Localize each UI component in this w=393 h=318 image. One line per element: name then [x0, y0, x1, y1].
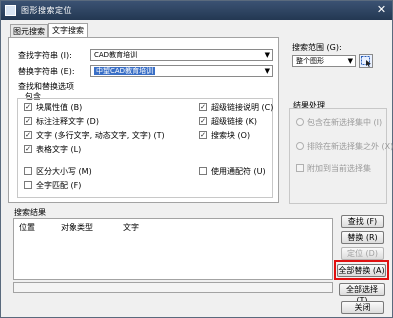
tab-text-search[interactable]: 文字搜索 [48, 23, 88, 38]
find-input[interactable]: CAD教育培训 ▼ [90, 49, 273, 61]
close-button[interactable]: 关闭 [341, 301, 384, 314]
results-col-location[interactable]: 位置 [19, 222, 35, 233]
results-col-object-type[interactable]: 对象类型 [61, 222, 93, 233]
replace-value: 中望CAD教育培训 [94, 67, 156, 75]
close-icon[interactable]: ✕ [375, 4, 388, 17]
results-list[interactable]: 位置 对象类型 文字 [13, 218, 333, 280]
checkbox-append-current-set[interactable] [296, 164, 304, 172]
find-label: 查找字符串 (I): [18, 51, 72, 60]
text-search-panel: 查找字符串 (I): CAD教育培训 ▼ 替换字符串 (E): 中望CAD教育培… [8, 37, 279, 203]
find-value: CAD教育培训 [94, 51, 138, 59]
radio-include-new-set[interactable] [296, 118, 304, 126]
select-objects-button[interactable] [359, 54, 373, 68]
checkbox-match-case[interactable] [24, 167, 32, 175]
checkbox-hyperlink-desc[interactable]: ✓ [199, 103, 207, 111]
search-scope-label: 搜索范围 (G): [292, 43, 342, 52]
chevron-down-icon[interactable]: ▼ [348, 57, 353, 66]
check-label-block-attr: 块属性值 (B) [36, 103, 83, 112]
check-label-whole-word: 全字匹配 (F) [36, 181, 82, 190]
check-label-search-block: 搜索块 (O) [211, 131, 251, 140]
highlight-frame [334, 260, 389, 280]
checkbox-whole-word[interactable] [24, 181, 32, 189]
dialog-window: 图形搜索定位 ✕ 图元搜索 文字搜索 查找字符串 (I): CAD教育培训 ▼ … [0, 0, 393, 318]
find-button[interactable]: 查找 (F) [341, 215, 384, 228]
check-label-hyperlink-desc: 超级链接说明 (C) [211, 103, 274, 112]
checkbox-text[interactable]: ✓ [24, 131, 32, 139]
check-label-table-text: 表格文字 (L) [36, 145, 82, 154]
check-label-dim-text: 标注注释文字 (D) [36, 117, 99, 126]
replace-label: 替换字符串 (E): [18, 67, 75, 76]
check-label-append-current-set: 附加到当前选择集 [307, 164, 371, 173]
checkbox-hyperlink[interactable]: ✓ [199, 117, 207, 125]
status-bar [13, 282, 333, 293]
check-label-match-case: 区分大小写 (M) [36, 167, 92, 176]
radio-label-include-new-set: 包含在新选择集中 (I) [307, 118, 383, 127]
checkbox-table-text[interactable]: ✓ [24, 145, 32, 153]
checkbox-wildcards[interactable] [199, 167, 207, 175]
radio-label-exclude-new-set: 排除在新选择集之外 (X) [307, 142, 393, 151]
results-title: 搜索结果 [14, 208, 46, 217]
check-label-text: 文字 (多行文字, 动态文字, 文字) (T) [36, 131, 165, 140]
chevron-down-icon[interactable]: ▼ [265, 67, 270, 76]
results-col-text[interactable]: 文字 [123, 222, 139, 233]
check-label-wildcards: 使用通配符 (U) [211, 167, 266, 176]
title-bar[interactable]: 图形搜索定位 ✕ [1, 1, 392, 20]
app-icon [5, 5, 16, 16]
checkbox-dim-text[interactable]: ✓ [24, 117, 32, 125]
search-scope-value: 整个图形 [296, 57, 324, 65]
replace-button[interactable]: 替换 (R) [341, 231, 384, 244]
search-scope-select[interactable]: 整个图形 ▼ [292, 55, 356, 67]
check-label-hyperlink: 超级链接 (K) [211, 117, 258, 126]
select-objects-icon [361, 56, 371, 67]
select-all-button[interactable]: 全部选择 (T) [339, 283, 385, 305]
checkbox-search-block[interactable]: ✓ [199, 131, 207, 139]
chevron-down-icon[interactable]: ▼ [265, 51, 270, 60]
radio-exclude-new-set[interactable] [296, 142, 304, 150]
checkbox-block-attr[interactable]: ✓ [24, 103, 32, 111]
tab-entity-search[interactable]: 图元搜索 [10, 24, 48, 37]
locate-button[interactable]: 定位 (D) [341, 247, 384, 260]
window-title: 图形搜索定位 [21, 6, 72, 15]
replace-input[interactable]: 中望CAD教育培训 ▼ [90, 65, 273, 77]
